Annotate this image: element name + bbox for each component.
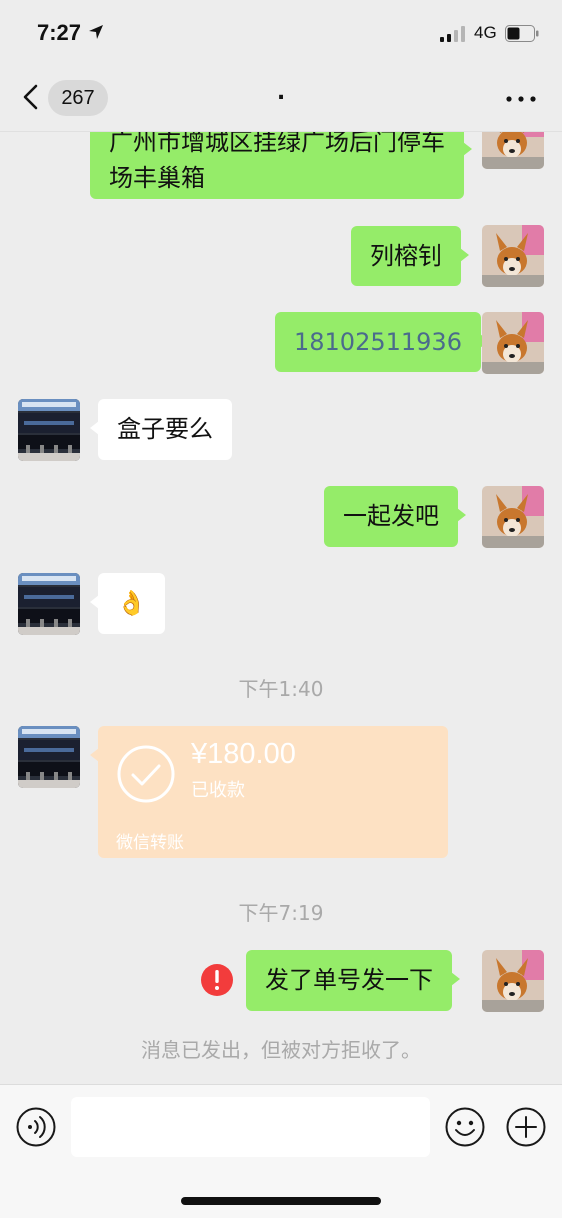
contact-avatar[interactable]	[18, 573, 80, 635]
message-text: 广州市增城区挂绿广场后门停车场丰巢箱	[109, 132, 445, 192]
contact-avatar-image	[18, 726, 80, 788]
chat-title: .	[276, 80, 286, 105]
message-bubble-outgoing[interactable]: 广州市增城区挂绿广场后门停车场丰巢箱	[90, 132, 472, 199]
status-time: 7:27	[37, 20, 82, 45]
plus-icon[interactable]	[506, 1107, 546, 1147]
my-avatar[interactable]	[482, 312, 544, 374]
dog-avatar-image	[482, 132, 544, 169]
chat-timestamp: 下午1:40	[238, 677, 324, 701]
message-text: 盒子要么	[117, 415, 213, 443]
contact-avatar-image	[18, 399, 80, 461]
my-avatar[interactable]	[482, 950, 544, 1012]
message-input[interactable]	[71, 1097, 430, 1157]
contact-avatar[interactable]	[18, 726, 80, 788]
dog-avatar-image	[482, 950, 544, 1012]
voice-icon[interactable]	[16, 1107, 56, 1147]
message-text: 一起发吧	[343, 502, 439, 530]
message-bubble-incoming[interactable]: 👌	[90, 573, 165, 634]
chat-area[interactable]: 广州市增城区挂绿广场后门停车场丰巢箱 列榕钊 18102511936 盒子要么 …	[0, 132, 562, 1084]
status-bar: 7:27 4G	[0, 0, 562, 62]
message-bubble-outgoing[interactable]: 18102511936	[275, 312, 489, 372]
dog-avatar-image	[482, 312, 544, 374]
contact-avatar-image	[18, 573, 80, 635]
my-avatar[interactable]	[482, 486, 544, 548]
ok-hand-emoji: 👌	[116, 589, 147, 617]
dog-avatar-image	[482, 486, 544, 548]
battery-icon	[505, 25, 539, 42]
message-bubble-outgoing[interactable]: 一起发吧	[324, 486, 466, 547]
message-text: 发了单号发一下	[265, 966, 433, 994]
transfer-label: 微信转账	[116, 833, 184, 853]
chat-nav-bar: 267 .	[0, 62, 562, 132]
contact-avatar[interactable]	[18, 399, 80, 461]
location-arrow-icon	[89, 25, 103, 39]
network-type: 4G	[474, 23, 497, 42]
phone-number-link[interactable]: 18102511936	[294, 328, 462, 356]
message-bubble-incoming[interactable]: 盒子要么	[90, 399, 232, 460]
my-avatar[interactable]	[482, 132, 544, 169]
error-icon[interactable]	[200, 963, 234, 997]
message-text: 列榕钊	[370, 242, 442, 270]
check-circle-icon	[117, 745, 175, 803]
transfer-amount: ¥180.00	[191, 738, 296, 770]
wechat-transfer-card[interactable]: ¥180.00 已收款 微信转账	[90, 726, 448, 858]
chat-timestamp: 下午7:19	[238, 901, 324, 925]
signal-icon	[440, 26, 465, 42]
message-bubble-outgoing[interactable]: 列榕钊	[351, 226, 469, 286]
emoji-icon[interactable]	[445, 1107, 485, 1147]
transfer-status: 已收款	[191, 780, 245, 801]
rejected-notice: 消息已发出，但被对方拒收了。	[141, 1038, 421, 1062]
message-bubble-outgoing[interactable]: 发了单号发一下	[246, 950, 460, 1011]
my-avatar[interactable]	[482, 225, 544, 287]
home-indicator[interactable]	[181, 1197, 381, 1205]
dog-avatar-image	[482, 225, 544, 287]
more-dots-icon[interactable]	[506, 96, 536, 102]
